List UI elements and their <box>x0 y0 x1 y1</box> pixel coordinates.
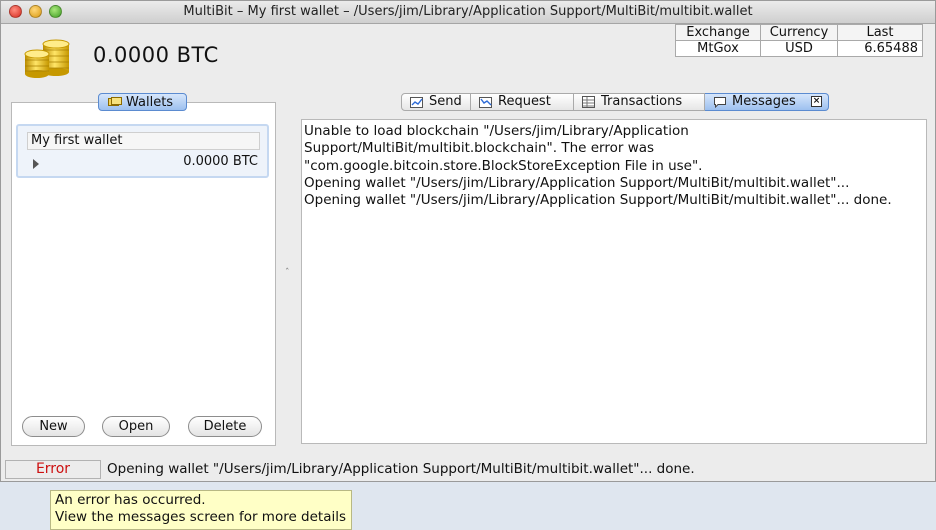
wallet-balance: 0.0000 BTC <box>93 43 219 67</box>
tab-transactions-label: Transactions <box>601 94 683 109</box>
request-icon <box>479 97 492 108</box>
message-line: Unable to load blockchain "/Users/jim/Li… <box>304 123 689 139</box>
tab-request-label: Request <box>498 94 551 109</box>
delete-wallet-button[interactable]: Delete <box>188 416 262 437</box>
main-tabs: Send Request Transactions Messages × <box>401 93 829 111</box>
send-icon <box>410 97 423 108</box>
tab-transactions[interactable]: Transactions <box>574 93 705 111</box>
messages-icon <box>714 97 726 108</box>
ticker-row: MtGox USD 6.65488 <box>675 40 923 57</box>
tab-wallets[interactable]: Wallets <box>98 93 187 111</box>
status-message: Opening wallet "/Users/jim/Library/Appli… <box>107 461 695 477</box>
ticker-currency: USD <box>760 40 838 57</box>
disclosure-triangle-icon[interactable] <box>33 159 39 169</box>
close-tab-icon[interactable]: × <box>811 96 822 107</box>
tab-send[interactable]: Send <box>401 93 471 111</box>
wallet-item-balance: 0.0000 BTC <box>183 154 258 169</box>
message-line: Opening wallet "/Users/jim/Library/Appli… <box>304 192 892 209</box>
exchange-ticker-table: Exchange Currency Last MtGox USD 6.65488 <box>675 24 923 57</box>
tooltip-line-1: An error has occurred. <box>55 492 206 508</box>
tab-send-label: Send <box>429 94 462 109</box>
window-title: MultiBit – My first wallet – /Users/jim/… <box>183 4 753 19</box>
wallet-name-field[interactable]: My first wallet <box>27 132 260 150</box>
message-line: Opening wallet "/Users/jim/Library/Appli… <box>304 174 850 191</box>
error-tooltip: An error has occurred. View the messages… <box>50 490 352 530</box>
bitcoin-coins-icon <box>24 39 70 78</box>
message-line: "com.google.bitcoin.store.BlockStoreExce… <box>304 157 703 174</box>
tab-request[interactable]: Request <box>471 93 574 111</box>
tooltip-line-2: View the messages screen for more detail… <box>55 509 347 525</box>
ticker-exchange: MtGox <box>675 40 761 57</box>
transactions-icon <box>582 96 595 108</box>
ticker-last-price: 6.65488 <box>837 40 923 57</box>
open-wallet-button[interactable]: Open <box>102 416 170 437</box>
split-pane-divider[interactable]: ˆ <box>285 268 290 278</box>
messages-text-area[interactable]: Unable to load blockchain "/Users/jim/Li… <box>301 119 927 444</box>
new-wallet-button[interactable]: New <box>22 416 85 437</box>
ticker-header-exchange[interactable]: Exchange <box>675 24 761 41</box>
message-line: Support/MultiBit/multibit.blockchain". T… <box>304 140 655 157</box>
ticker-header-last[interactable]: Last <box>837 24 923 41</box>
tab-messages-label: Messages <box>732 94 796 109</box>
wallet-folder-icon <box>108 97 122 106</box>
title-bar[interactable]: MultiBit – My first wallet – /Users/jim/… <box>1 1 935 24</box>
ticker-header-row: Exchange Currency Last <box>675 24 923 41</box>
app-window: MultiBit – My first wallet – /Users/jim/… <box>0 0 936 482</box>
ticker-header-currency[interactable]: Currency <box>760 24 838 41</box>
wallet-list-item[interactable]: My first wallet 0.0000 BTC <box>16 124 269 178</box>
tab-messages[interactable]: Messages × <box>705 93 829 111</box>
status-error-label[interactable]: Error <box>5 460 101 479</box>
tab-wallets-label: Wallets <box>126 95 174 110</box>
